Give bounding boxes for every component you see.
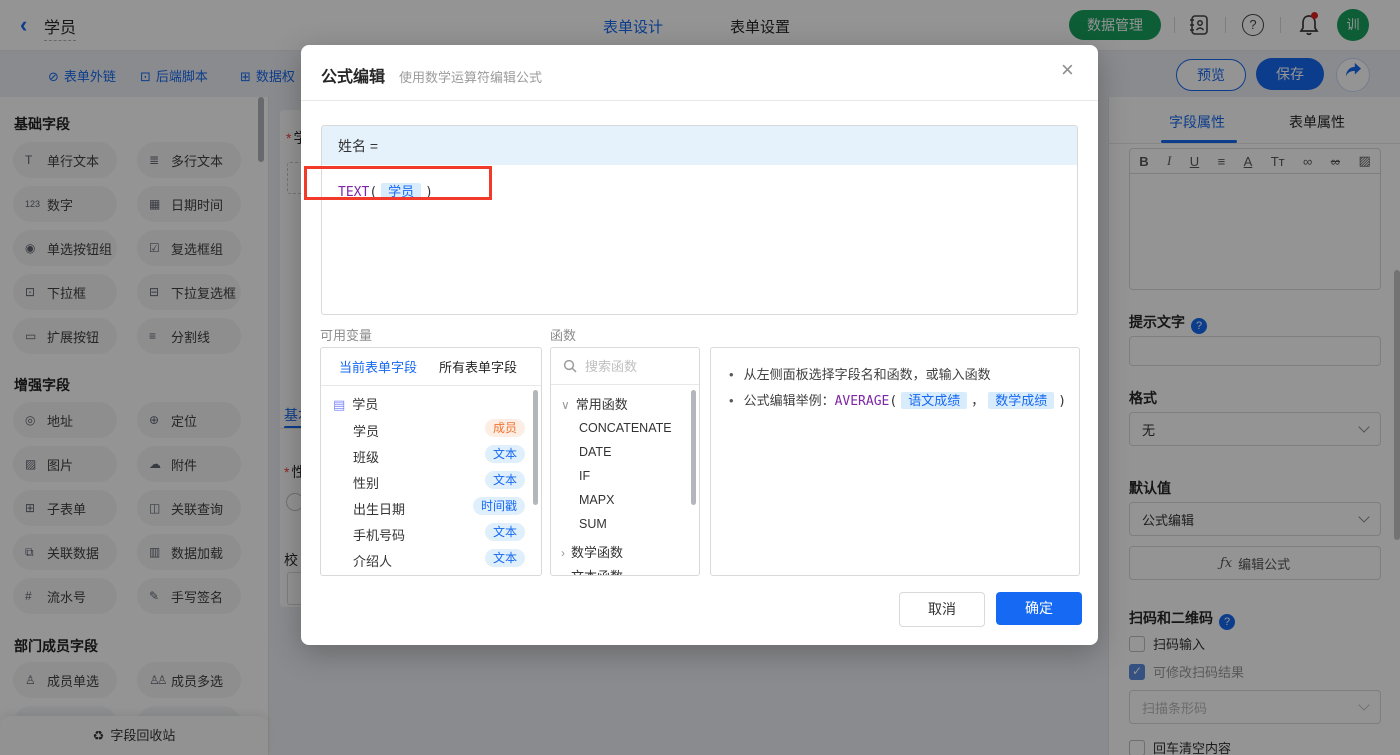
type-badge: 文本 (484, 445, 525, 463)
formula-edit-modal: 公式编辑 使用数学运算符编辑公式 × 姓名 = TEXT(学员) 可用变量 函数 … (301, 45, 1098, 645)
app-window: ‹ 学员 表单设计 表单设置 数据管理 ? 训 ⊘ 表单外链 ⊡ 后端脚本 ⊞ 数据权… (0, 0, 1400, 755)
variables-scrollbar[interactable] (533, 390, 538, 505)
func-group-text[interactable]: ›文本函数 (561, 566, 623, 575)
type-badge: 文本 (484, 471, 525, 489)
tab-all-form-fields[interactable]: 所有表单字段 (439, 357, 517, 376)
function-search-input[interactable] (583, 357, 687, 375)
func-item[interactable]: IF (579, 469, 590, 483)
function-search[interactable] (551, 348, 699, 385)
formula-editor[interactable]: 姓名 = TEXT(学员) (321, 125, 1078, 315)
tip-line: 从左侧面板选择字段名和函数，或输入函数 (729, 364, 991, 383)
field-chip: 数学成绩 (988, 392, 1055, 409)
chevron-right-icon: › (561, 570, 565, 575)
tip-example: 公式编辑举例：AVERAGE(语文成绩，数学成绩) (729, 390, 1066, 409)
chevron-down-icon: ∨ (561, 398, 570, 412)
variables-panel: 当前表单字段 所有表单字段 ▤ 学员 学员 成员 班级 文本 性别 文本 出生日期 时间戳… (320, 347, 542, 576)
formula-target: 姓名 = (322, 126, 1077, 165)
modal-title: 公式编辑 使用数学运算符编辑公式 (321, 69, 543, 86)
red-annotation-box (304, 166, 492, 200)
ok-button[interactable]: 确定 (996, 592, 1082, 625)
var-row[interactable]: 手机号码 (353, 525, 405, 544)
func-item[interactable]: CONCATENATE (579, 421, 672, 435)
type-badge: 时间戳 (472, 497, 525, 515)
type-badge: 成员 (484, 419, 525, 437)
var-row[interactable]: 介绍人 (353, 551, 392, 570)
func-item[interactable]: SUM (579, 517, 607, 531)
functions-label: 函数 (550, 328, 577, 343)
function-name: AVERAGE (834, 394, 890, 409)
tips-panel: 从左侧面板选择字段名和函数，或输入函数 公式编辑举例：AVERAGE(语文成绩，… (710, 347, 1080, 576)
type-badge: 文本 (484, 523, 525, 541)
variables-tabs: 当前表单字段 所有表单字段 (321, 348, 541, 386)
var-row[interactable]: 出生日期 (353, 499, 405, 518)
tab-current-form-fields[interactable]: 当前表单字段 (339, 357, 417, 376)
form-doc-icon: ▤ (333, 397, 346, 412)
type-badge: 文本 (484, 549, 525, 567)
close-icon[interactable]: × (1061, 57, 1074, 83)
functions-panel: ∨常用函数 CONCATENATE DATE IF MAPX SUM ›数学函数… (550, 347, 700, 576)
var-row[interactable]: 班级 (353, 447, 379, 466)
variables-label: 可用变量 (320, 328, 373, 343)
func-group-common[interactable]: ∨ 常用函数 (561, 394, 628, 413)
chevron-right-icon: › (561, 546, 565, 560)
form-node[interactable]: ▤ 学员 (333, 394, 378, 413)
func-item[interactable]: DATE (579, 445, 611, 459)
search-icon (563, 359, 577, 373)
cancel-button[interactable]: 取消 (899, 592, 985, 627)
func-item[interactable]: MAPX (579, 493, 614, 507)
func-group-math[interactable]: › 数学函数 (561, 542, 623, 561)
field-chip: 语文成绩 (901, 392, 968, 409)
modal-header-divider (301, 100, 1098, 101)
functions-scrollbar[interactable] (691, 390, 696, 505)
var-row[interactable]: 学员 (353, 421, 379, 440)
var-row[interactable]: 性别 (353, 473, 379, 492)
